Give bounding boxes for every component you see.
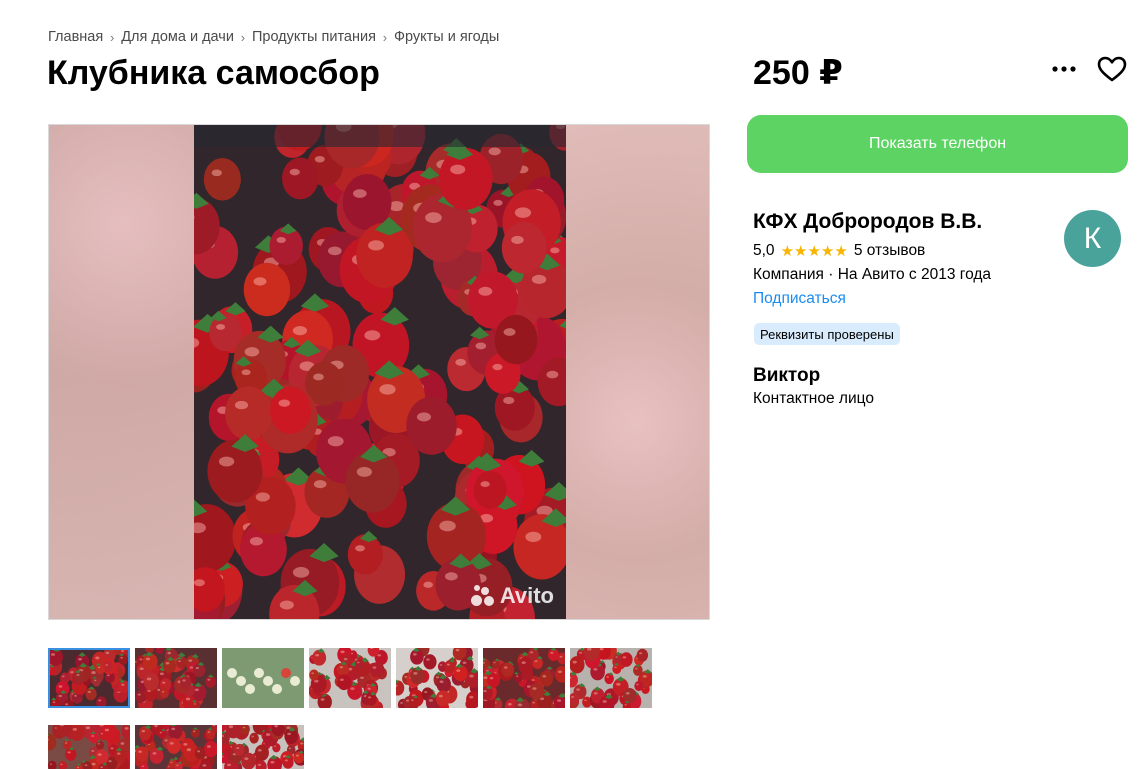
star-icon: ★ xyxy=(820,242,835,260)
breadcrumb: Главная › Для дома и дачи › Продукты пит… xyxy=(48,29,499,45)
avatar[interactable]: К xyxy=(1064,210,1121,267)
star-icon: ★ xyxy=(807,242,821,260)
verified-badge: Реквизиты проверены xyxy=(754,323,900,345)
show-phone-button[interactable]: Показать телефон xyxy=(747,115,1128,173)
thumbnail[interactable] xyxy=(483,648,565,708)
strawberry-photo: Avito xyxy=(194,125,566,619)
contact-role: Контактное лицо xyxy=(753,390,874,407)
avito-logo-icon xyxy=(470,585,495,607)
thumbnail[interactable] xyxy=(48,648,130,708)
reviews-link[interactable]: 5 отзывов xyxy=(854,242,925,260)
rating-stars: ★ ★ ★ ★ ★ xyxy=(781,244,848,259)
rating-value: 5,0 xyxy=(753,242,775,259)
breadcrumb-separator: › xyxy=(110,29,115,45)
watermark-text: Avito xyxy=(499,583,554,608)
favorite-button[interactable] xyxy=(1096,55,1128,83)
more-horizontal-icon xyxy=(1052,66,1076,72)
breadcrumb-fruits-berries[interactable]: Фрукты и ягоды xyxy=(394,29,499,45)
main-photo[interactable]: Avito xyxy=(48,124,710,620)
avito-watermark: Avito xyxy=(470,583,554,609)
seller-meta: Компания · На Авито с 2013 года xyxy=(753,266,992,283)
thumbnail[interactable] xyxy=(396,648,478,708)
more-button[interactable] xyxy=(1048,57,1080,81)
star-icon: ★ xyxy=(794,242,808,260)
star-icon: ★ xyxy=(780,242,795,260)
thumbnail[interactable] xyxy=(135,725,217,769)
seller-rating: 5,0 ★ ★ ★ ★ ★ 5 отзывов xyxy=(753,242,925,260)
thumbnail[interactable] xyxy=(222,725,304,769)
thumbnail[interactable] xyxy=(48,725,130,769)
contact-name: Виктор xyxy=(753,365,821,386)
breadcrumb-separator: › xyxy=(382,29,388,45)
breadcrumb-home[interactable]: Главная xyxy=(48,29,103,45)
seller-name[interactable]: КФХ Доброродов В.В. xyxy=(753,210,982,234)
listing-price: 250 ₽ xyxy=(753,54,843,92)
thumbnail[interactable] xyxy=(135,648,217,708)
star-icon: ★ xyxy=(834,242,848,260)
heart-icon xyxy=(1097,56,1127,82)
breadcrumb-food[interactable]: Продукты питания xyxy=(252,29,376,45)
subscribe-link[interactable]: Подписаться xyxy=(753,290,846,308)
listing-title: Клубника самосбор xyxy=(47,54,380,92)
breadcrumb-separator: › xyxy=(240,29,246,45)
thumbnail[interactable] xyxy=(222,648,304,708)
breadcrumb-home-garden[interactable]: Для дома и дачи xyxy=(121,29,234,45)
thumbnail[interactable] xyxy=(309,648,391,708)
strawberry-image xyxy=(194,125,566,619)
thumbnail[interactable] xyxy=(570,648,652,708)
